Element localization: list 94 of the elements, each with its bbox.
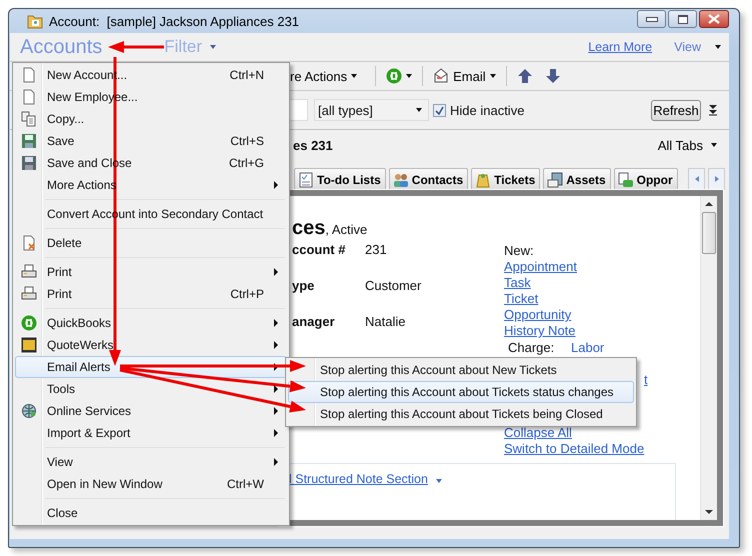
- window-title: Account: [sample] Jackson Appliances 231: [49, 14, 300, 28]
- checkbox[interactable]: [433, 104, 446, 116]
- shortcut-label: Ctrl+P: [230, 287, 264, 301]
- tag-icon: [475, 172, 492, 188]
- close-button[interactable]: [699, 10, 729, 28]
- caret-icon: [406, 74, 412, 78]
- field-value: Natalie: [365, 314, 406, 331]
- computer-icon: [547, 172, 564, 188]
- logo-icon: [386, 68, 402, 84]
- shortcut-label: Ctrl+N: [230, 68, 264, 82]
- link[interactable]: t: [644, 372, 648, 387]
- envelope-icon: [433, 68, 450, 84]
- tab[interactable]: To-do Lists: [294, 168, 386, 190]
- tab[interactable]: Oppor: [614, 168, 678, 190]
- menu-item[interactable]: Save Ctrl+S: [15, 130, 287, 152]
- scroll-thumb[interactable]: [702, 212, 716, 254]
- check-icon: [435, 106, 444, 114]
- close-icon: [707, 14, 721, 24]
- add-note-section-link[interactable]: l Structured Note Section: [289, 472, 428, 486]
- logo-icon: [21, 315, 37, 331]
- caret-icon: [351, 74, 358, 78]
- menu-item[interactable]: Stop alerting this Account about New Tickets: [288, 359, 634, 381]
- new-item-link[interactable]: Ticket: [504, 291, 538, 306]
- caret-icon: [715, 45, 721, 49]
- stack-icon: [618, 172, 634, 188]
- menu-item[interactable]: Delete: [15, 232, 287, 254]
- menu-item[interactable]: View: [15, 451, 287, 473]
- view-menu[interactable]: View: [674, 40, 701, 54]
- menu-item[interactable]: Tools: [15, 378, 287, 400]
- action-link[interactable]: Collapse All: [504, 425, 572, 440]
- expand-icon[interactable]: [709, 104, 717, 116]
- menu-item[interactable]: Print Ctrl+P: [15, 283, 287, 305]
- tab[interactable]: Contacts: [388, 168, 468, 190]
- record-title: es 231: [293, 138, 333, 152]
- copy-icon: [21, 111, 37, 127]
- field-label: ype: [292, 278, 316, 295]
- menu-item[interactable]: Import & Export: [15, 422, 287, 444]
- all-tabs-menu[interactable]: All Tabs: [658, 138, 717, 152]
- new-item-link[interactable]: Opportunity: [504, 307, 572, 322]
- menu-item[interactable]: Stop alerting this Account about Tickets status changes: [288, 381, 634, 403]
- menu-item[interactable]: Open in New Window Ctrl+W: [15, 473, 287, 495]
- people-icon: [392, 172, 409, 188]
- document-icon: [21, 89, 37, 105]
- search-field[interactable]: [289, 99, 308, 121]
- action-link[interactable]: Switch to Detailed Mode: [504, 441, 644, 456]
- logo-icon: [21, 337, 37, 353]
- down-arrow-icon: [544, 68, 561, 84]
- scrollbar[interactable]: [700, 196, 717, 520]
- new-label: New:: [504, 243, 535, 259]
- account-status: , Active: [325, 222, 368, 237]
- tab[interactable]: Assets: [543, 168, 611, 190]
- up-arrow-icon: [516, 68, 533, 84]
- menu-item[interactable]: Print: [15, 261, 287, 283]
- learn-more-link[interactable]: Learn More: [588, 40, 652, 54]
- menu-item[interactable]: Online Services: [15, 400, 287, 422]
- field-label: anager: [292, 314, 336, 331]
- printer-icon: [21, 264, 37, 280]
- caret-icon: [416, 108, 422, 112]
- menu-item[interactable]: Stop alerting this Account about Tickets being Closed: [288, 403, 634, 425]
- document-icon: [21, 67, 37, 83]
- charge-label: Charge:: [508, 340, 556, 355]
- shortcut-label: Ctrl+W: [227, 477, 264, 491]
- shortcut-label: Ctrl+G: [228, 156, 264, 170]
- shortcut-label: Ctrl+S: [230, 134, 264, 148]
- caret-icon: [711, 143, 717, 147]
- caret-icon: [210, 45, 216, 49]
- account-name: ces: [292, 217, 326, 240]
- field-value: Customer: [365, 278, 422, 295]
- scroll-left-button[interactable]: [688, 168, 705, 190]
- new-item-link[interactable]: Task: [504, 275, 531, 290]
- folder-icon: [27, 13, 43, 29]
- delete-icon: [21, 235, 37, 251]
- tab[interactable]: Tickets: [471, 168, 540, 190]
- globe-icon: [21, 403, 37, 419]
- email-button[interactable]: Email: [429, 68, 500, 84]
- caret-icon: [490, 74, 496, 78]
- field-label: ccount #: [292, 242, 346, 259]
- new-item-link[interactable]: History Note: [504, 323, 576, 338]
- minimize-button[interactable]: [637, 10, 666, 28]
- caret-icon: [436, 479, 442, 483]
- charge-link[interactable]: Labor: [571, 340, 604, 355]
- annotation-arrow: [108, 41, 164, 53]
- refresh-button[interactable]: Refresh: [651, 100, 701, 120]
- field-value: 231: [365, 242, 387, 259]
- menu-item[interactable]: Copy...: [15, 108, 287, 130]
- menu-item[interactable]: Close: [15, 502, 287, 524]
- type-select[interactable]: [all types]: [314, 99, 429, 121]
- checkbox-label: Hide inactive: [450, 102, 524, 118]
- scroll-right-button[interactable]: [708, 168, 725, 190]
- more-actions-button[interactable]: re Actions: [290, 68, 362, 84]
- printer-icon: [21, 286, 37, 302]
- new-item-link[interactable]: Appointment: [504, 259, 577, 274]
- menu-item[interactable]: QuickBooks: [15, 312, 287, 334]
- maximize-button[interactable]: [668, 10, 697, 28]
